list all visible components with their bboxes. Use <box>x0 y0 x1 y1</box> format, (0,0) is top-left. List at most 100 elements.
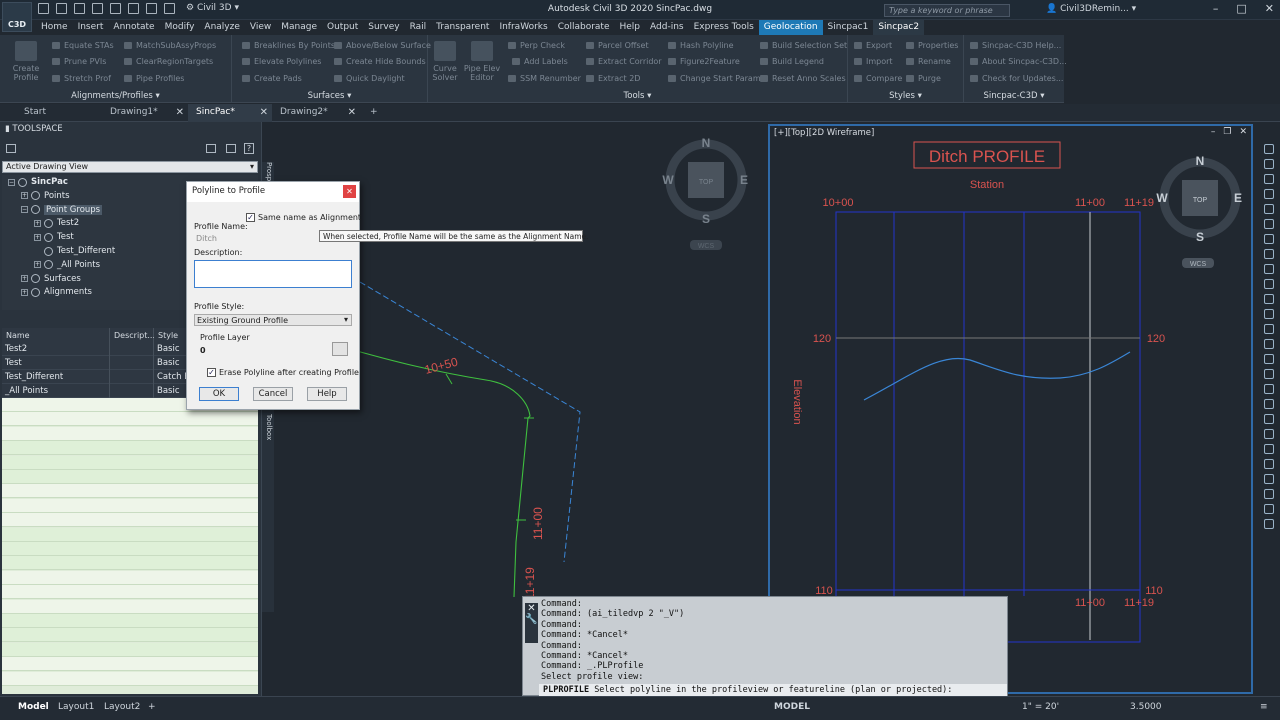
add-layout-button[interactable]: + <box>148 702 156 712</box>
tab-sincpac1[interactable]: Sincpac1 <box>823 20 874 35</box>
layer-picker-icon[interactable] <box>332 342 348 356</box>
toolbox-side-tab[interactable]: Toolbox <box>263 414 273 454</box>
equate-stas-button[interactable]: Equate STAs <box>52 41 114 50</box>
col-description-header[interactable]: Descript... <box>110 328 155 342</box>
purge-button[interactable]: Purge <box>906 74 941 83</box>
compass-south[interactable]: S <box>1196 230 1204 244</box>
tool-icon[interactable] <box>1264 414 1274 424</box>
reset-anno-scales-button[interactable]: Reset Anno Scales <box>760 74 846 83</box>
tool-icon[interactable] <box>1264 504 1274 514</box>
expand-icon[interactable]: + <box>21 275 28 283</box>
help-button[interactable]: Help <box>307 387 347 401</box>
viewcube[interactable]: TOP N S E W WCS <box>1156 154 1242 268</box>
tool-icon[interactable] <box>1264 174 1274 184</box>
tab-modify[interactable]: Modify <box>160 20 200 35</box>
tool-icon[interactable] <box>1264 369 1274 379</box>
print-icon[interactable] <box>128 3 139 14</box>
tab-addins[interactable]: Add-ins <box>645 20 689 35</box>
sincpac-help-button[interactable]: Sincpac-C3D Help... <box>970 41 1061 50</box>
tool-icon[interactable] <box>1264 189 1274 199</box>
expand-icon[interactable]: + <box>34 233 41 241</box>
tool-icon[interactable] <box>1264 459 1274 469</box>
tab-survey[interactable]: Survey <box>363 20 404 35</box>
annotation-scale[interactable]: 1" = 20' <box>1022 702 1059 712</box>
expand-icon[interactable]: + <box>34 219 41 227</box>
col-name-header[interactable]: Name <box>2 328 110 342</box>
save-icon[interactable] <box>74 3 85 14</box>
tool-icon[interactable] <box>1264 489 1274 499</box>
tool-icon[interactable] <box>1264 354 1274 364</box>
minimize-button[interactable]: – <box>1213 2 1219 15</box>
tool-icon[interactable] <box>1264 159 1274 169</box>
tab-sincpac[interactable]: SincPac* ✕ <box>188 104 272 122</box>
create-profile-button[interactable]: Create Profile <box>6 41 46 82</box>
tab-view[interactable]: View <box>245 20 276 35</box>
tool-icon[interactable] <box>1264 249 1274 259</box>
compass-north[interactable]: N <box>702 136 711 150</box>
save-as-icon[interactable] <box>92 3 103 14</box>
tool-icon[interactable] <box>1264 519 1274 529</box>
tab-home[interactable]: Home <box>36 20 73 35</box>
tool-icon[interactable] <box>1264 264 1274 274</box>
tab-insert[interactable]: Insert <box>73 20 109 35</box>
tab-geolocation[interactable]: Geolocation <box>758 20 823 35</box>
check-updates-button[interactable]: Check for Updates... <box>970 74 1063 83</box>
tree-node-point-groups[interactable]: − Point Groups <box>21 204 103 215</box>
tool-icon[interactable] <box>1264 294 1274 304</box>
breaklines-by-points-button[interactable]: Breaklines By Points <box>242 41 335 50</box>
web-open-icon[interactable] <box>110 3 121 14</box>
tool-icon[interactable] <box>1264 144 1274 154</box>
compare-button[interactable]: Compare <box>854 74 902 83</box>
tool-icon[interactable] <box>1264 234 1274 244</box>
tool-icon[interactable] <box>1264 219 1274 229</box>
panel-label-alignments[interactable]: Alignments/Profiles ▾ <box>0 91 231 101</box>
tab-annotate[interactable]: Annotate <box>108 20 159 35</box>
elevate-polylines-button[interactable]: Elevate Polylines <box>242 57 321 66</box>
close-icon[interactable]: ✕ <box>260 107 268 118</box>
new-icon[interactable] <box>38 3 49 14</box>
same-name-checkbox[interactable]: ✓ <box>246 213 255 222</box>
curve-solver-button[interactable]: Curve Solver <box>430 41 460 82</box>
panel-label-sincpac[interactable]: Sincpac-C3D ▾ <box>964 91 1064 101</box>
open-icon[interactable] <box>56 3 67 14</box>
tree-node-test[interactable]: + Test <box>34 232 74 242</box>
tab-layout2[interactable]: Layout2 <box>104 702 140 712</box>
tree-node-points[interactable]: + Points <box>21 191 70 201</box>
maximize-button[interactable]: □ <box>1236 2 1246 15</box>
tab-transparent[interactable]: Transparent <box>431 20 494 35</box>
add-labels-button[interactable]: Add Labels <box>512 57 568 66</box>
expand-icon[interactable]: + <box>21 192 28 200</box>
tab-drawing2[interactable]: Drawing2* ✕ <box>272 104 360 122</box>
compass-north[interactable]: N <box>1196 154 1205 168</box>
help-icon[interactable]: ? <box>244 143 254 154</box>
toolspace-settings-icon[interactable] <box>6 144 16 153</box>
view-select[interactable]: Active Drawing View ▾ <box>2 161 258 173</box>
description-field[interactable] <box>194 260 352 288</box>
viewcube[interactable]: TOP N S E W WCS <box>662 136 748 250</box>
toolspace-item-view-icon[interactable] <box>206 144 216 153</box>
import-button[interactable]: Import <box>854 57 893 66</box>
toolspace-list-view-icon[interactable] <box>226 144 236 153</box>
tab-start[interactable]: Start <box>16 104 106 122</box>
tool-icon[interactable] <box>1264 474 1274 484</box>
tree-node-test-different[interactable]: Test_Different <box>34 246 115 256</box>
tab-rail[interactable]: Rail <box>405 20 432 35</box>
new-tab-button[interactable]: + <box>362 104 382 122</box>
tool-icon[interactable] <box>1264 339 1274 349</box>
panel-label-surfaces[interactable]: Surfaces ▾ <box>232 91 427 101</box>
polyline-blue[interactable] <box>359 281 581 563</box>
rename-button[interactable]: Rename <box>906 57 951 66</box>
quick-daylight-button[interactable]: Quick Daylight <box>334 74 405 83</box>
tool-icon[interactable] <box>1264 384 1274 394</box>
tree-node-alignments[interactable]: + Alignments <box>21 287 92 297</box>
tab-output[interactable]: Output <box>322 20 363 35</box>
panel-label-styles[interactable]: Styles ▾ <box>848 91 963 101</box>
expand-icon[interactable]: − <box>21 206 28 214</box>
app-menu-button[interactable]: C3D <box>2 2 32 32</box>
tool-icon[interactable] <box>1264 324 1274 334</box>
user-account[interactable]: 👤 Civil3DRemin... ▾ <box>1046 4 1136 14</box>
expand-icon[interactable]: + <box>34 261 41 269</box>
above-below-surface-button[interactable]: Above/Below Surface <box>334 41 431 50</box>
tab-model[interactable]: Model <box>18 702 49 712</box>
expand-icon[interactable]: + <box>21 288 28 296</box>
